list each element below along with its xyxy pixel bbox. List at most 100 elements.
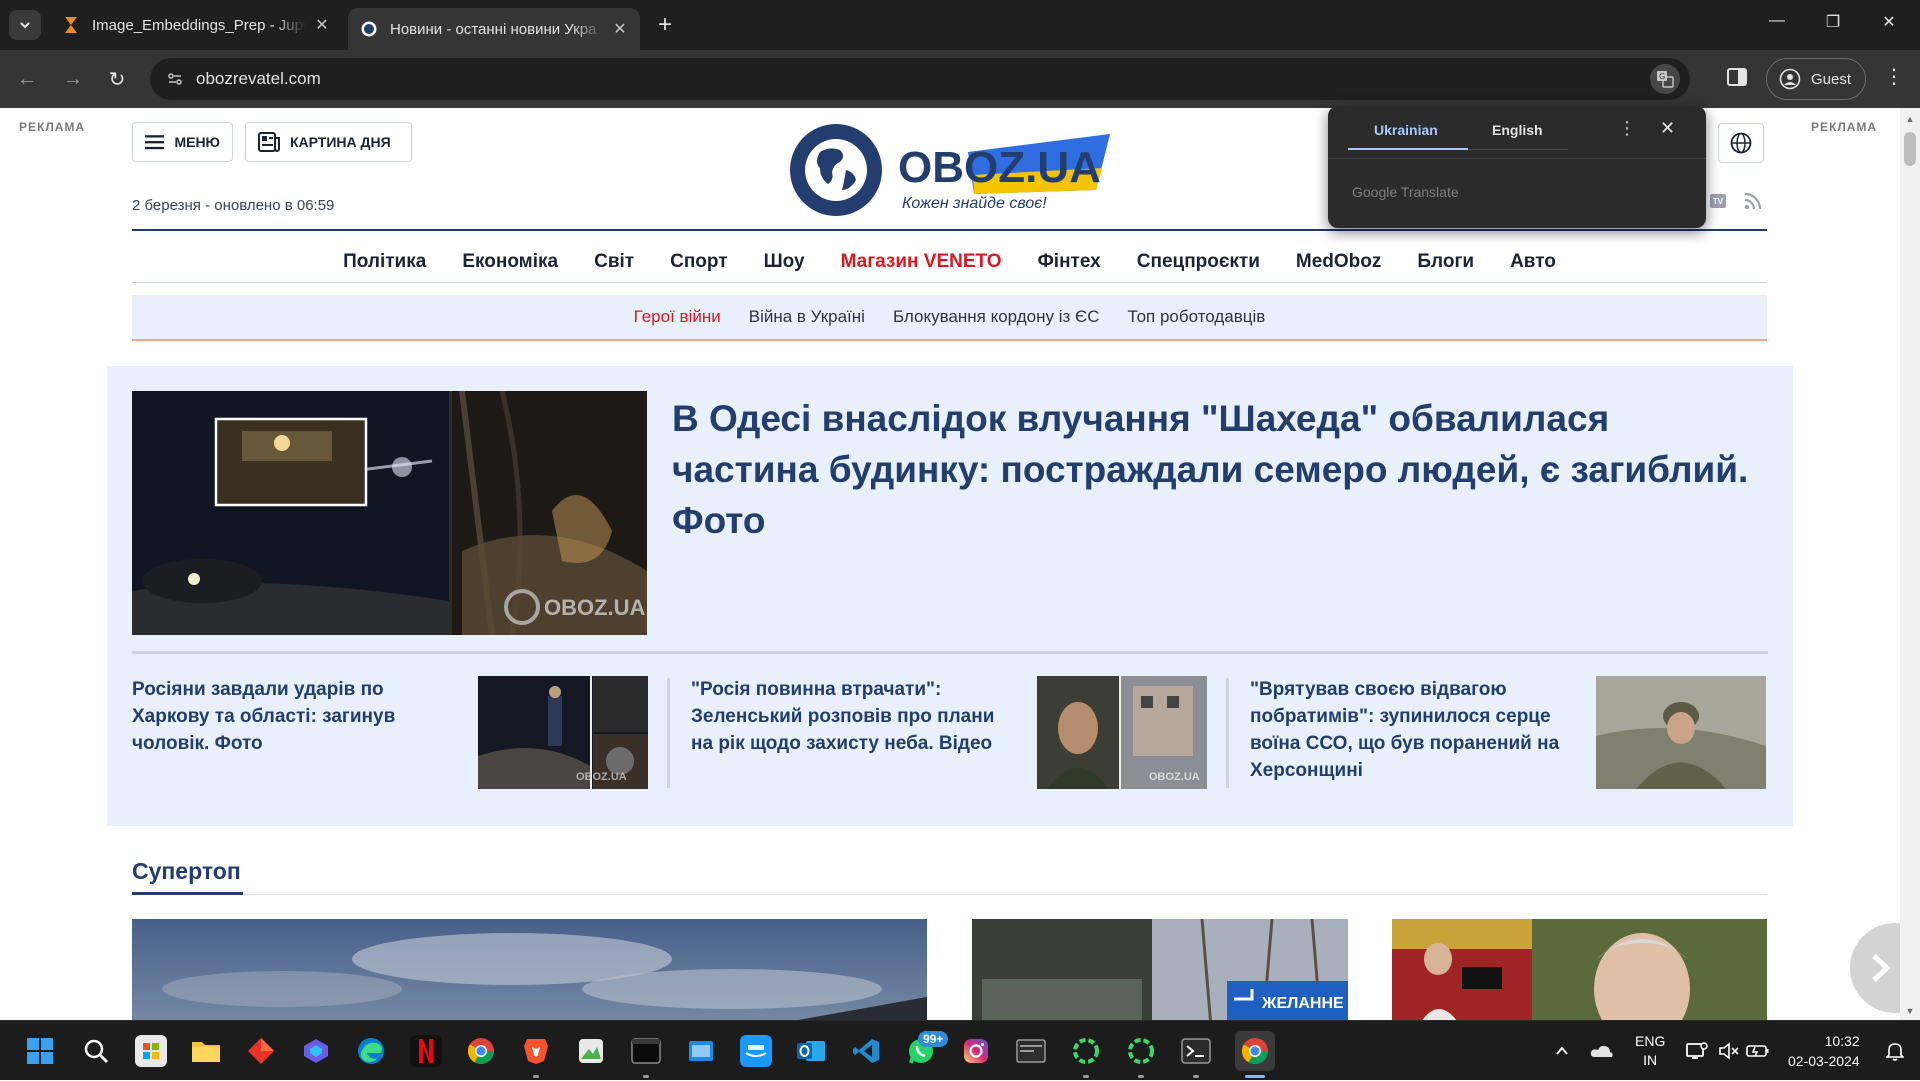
scrollbar-thumb[interactable] xyxy=(1904,132,1916,166)
minimize-button[interactable]: — xyxy=(1762,12,1792,30)
translate-icon[interactable]: G xyxy=(1650,64,1680,94)
topic-war-heroes[interactable]: Герої війни xyxy=(634,307,721,327)
sub-news-image[interactable] xyxy=(1596,676,1766,789)
tv-icon[interactable]: TV xyxy=(1710,194,1726,208)
nav-item-show[interactable]: Шоу xyxy=(746,231,823,282)
sub-news-item[interactable]: "Врятував своєю відвагою побратимів": зу… xyxy=(1250,676,1790,791)
close-icon[interactable]: ✕ xyxy=(1660,118,1675,139)
scroll-up-icon[interactable]: ▲ xyxy=(1900,114,1920,124)
microsoft-store-icon[interactable] xyxy=(135,1035,167,1067)
nav-item-politics[interactable]: Політика xyxy=(325,231,444,282)
sub-news-title[interactable]: Росіяни завдали ударів по Харкову та обл… xyxy=(132,676,432,757)
sub-news-image[interactable]: OBOZ.UA xyxy=(1037,676,1207,789)
app-blue-window-icon[interactable] xyxy=(685,1035,717,1067)
menu-button[interactable]: МЕНЮ xyxy=(132,122,233,162)
netflix-icon[interactable] xyxy=(410,1035,442,1067)
address-bar[interactable]: obozrevatel.com G xyxy=(150,58,1690,100)
sub-news-image[interactable]: OBOZ.UA xyxy=(478,676,648,789)
chrome-icon[interactable] xyxy=(465,1035,497,1067)
section-title[interactable]: Супертоп xyxy=(132,858,241,885)
tab-obozrevatel[interactable]: Новини - останні новини Укра ✕ xyxy=(348,8,640,50)
reload-button[interactable]: ↻ xyxy=(104,66,130,92)
topic-navigation: Герої війни Війна в Україні Блокування к… xyxy=(132,295,1767,341)
supertop-card-image[interactable] xyxy=(1392,919,1767,1020)
tray-overflow-icon[interactable] xyxy=(1554,1021,1570,1081)
app-ring-icon[interactable] xyxy=(1125,1035,1157,1067)
search-icon[interactable] xyxy=(80,1035,112,1067)
topic-top-employers[interactable]: Топ роботодавців xyxy=(1128,307,1266,327)
battery-icon[interactable] xyxy=(1746,1021,1770,1081)
translate-tab-source[interactable]: Ukrainian xyxy=(1374,122,1438,138)
sub-news-item[interactable]: Росіяни завдали ударів по Харкову та обл… xyxy=(132,676,672,791)
terminal-dark-icon[interactable] xyxy=(630,1035,662,1067)
nav-item-medoboz[interactable]: MedOboz xyxy=(1278,231,1400,282)
volume-muted-icon[interactable] xyxy=(1718,1021,1740,1081)
file-explorer-icon[interactable] xyxy=(190,1035,222,1067)
edge-icon[interactable] xyxy=(355,1035,387,1067)
tab-search-button[interactable] xyxy=(9,10,41,40)
language-indicator[interactable]: ENG IN xyxy=(1635,1021,1665,1081)
guest-label: Guest xyxy=(1811,70,1852,88)
svg-text:G: G xyxy=(1659,72,1665,81)
oboz-logo[interactable]: OBOZ.UA Кожен знайде своє! xyxy=(790,120,1120,220)
sub-news-item[interactable]: "Росія повинна втрачати": Зеленський роз… xyxy=(691,676,1231,791)
vscode-icon[interactable] xyxy=(850,1035,882,1067)
terminal-icon[interactable] xyxy=(1180,1035,1212,1067)
start-icon[interactable] xyxy=(24,1035,56,1067)
rss-icon[interactable] xyxy=(1744,192,1762,215)
clock[interactable]: 10:32 02-03-2024 xyxy=(1788,1021,1860,1081)
close-icon[interactable]: ✕ xyxy=(314,15,330,35)
notification-bell-icon[interactable] xyxy=(1886,1021,1904,1081)
chrome-active-icon[interactable] xyxy=(1235,1031,1275,1071)
page-scrollbar[interactable]: ▲ ▼ xyxy=(1900,108,1920,1020)
prime-video-icon[interactable] xyxy=(740,1035,772,1067)
close-icon[interactable]: ✕ xyxy=(612,19,628,39)
outlook-icon[interactable] xyxy=(795,1035,827,1067)
onedrive-icon[interactable] xyxy=(1590,1021,1614,1081)
sub-news-title[interactable]: "Врятував своєю відвагою побратимів": зу… xyxy=(1250,676,1560,784)
close-window-button[interactable]: ✕ xyxy=(1874,12,1904,32)
copilot-icon[interactable] xyxy=(300,1035,332,1067)
lead-news-title[interactable]: В Одесі внаслідок влучання "Шахеда" обва… xyxy=(672,393,1752,546)
nav-item-veneto-shop[interactable]: Магазин VENETO xyxy=(823,231,1020,282)
windows-taskbar: 99+ ENG IN 10:32 02-03-2024 xyxy=(0,1020,1920,1080)
new-tab-button[interactable]: + xyxy=(652,12,678,38)
side-panel-icon[interactable] xyxy=(1726,66,1752,92)
nav-item-fintech[interactable]: Фінтех xyxy=(1020,231,1119,282)
more-options-icon[interactable]: ⋮ xyxy=(1618,118,1636,139)
app-gray-window-icon[interactable] xyxy=(1015,1035,1047,1067)
instagram-icon[interactable] xyxy=(960,1035,992,1067)
language-button[interactable] xyxy=(1718,123,1764,163)
menu-label: МЕНЮ xyxy=(174,134,220,150)
network-icon[interactable] xyxy=(1686,1021,1708,1081)
picture-of-day-button[interactable]: КАРТИНА ДНЯ xyxy=(245,122,412,162)
carousel-next-button[interactable] xyxy=(1850,923,1900,1013)
popup-divider xyxy=(1328,158,1706,159)
app-green-icon[interactable] xyxy=(575,1035,607,1067)
lead-news-image[interactable]: OBOZ.UA xyxy=(132,391,647,635)
topic-border-blockade[interactable]: Блокування кордону із ЄС xyxy=(893,307,1100,327)
nav-item-world[interactable]: Світ xyxy=(576,231,652,282)
brave-icon[interactable] xyxy=(520,1035,552,1067)
back-button[interactable]: ← xyxy=(14,66,40,92)
topic-war-in-ukraine[interactable]: Війна в Україні xyxy=(749,307,865,327)
nav-item-blogs[interactable]: Блоги xyxy=(1399,231,1492,282)
app-ring-icon[interactable] xyxy=(1070,1035,1102,1067)
profile-button[interactable]: Guest xyxy=(1766,58,1866,100)
nav-item-economy[interactable]: Економіка xyxy=(444,231,576,282)
forward-button[interactable]: → xyxy=(60,66,86,92)
supertop-card-image[interactable]: ЖЕЛАННЕ xyxy=(972,919,1348,1020)
nav-item-auto[interactable]: Авто xyxy=(1492,231,1574,282)
nav-item-special-projects[interactable]: Спецпроєкти xyxy=(1119,231,1278,282)
restore-button[interactable]: ❐ xyxy=(1818,12,1848,32)
sub-news-title[interactable]: "Росія повинна втрачати": Зеленський роз… xyxy=(691,676,1001,757)
app-red-diamond-icon[interactable] xyxy=(245,1035,277,1067)
section-underline xyxy=(132,892,243,895)
translate-tab-target[interactable]: English xyxy=(1492,122,1543,138)
site-info-icon[interactable] xyxy=(164,68,186,90)
nav-item-sport[interactable]: Спорт xyxy=(652,231,745,282)
supertop-card-image[interactable] xyxy=(132,919,927,1020)
scroll-down-icon[interactable]: ▼ xyxy=(1900,1006,1920,1016)
browser-menu-icon[interactable]: ⋮ xyxy=(1884,64,1904,89)
tab-jupyter[interactable]: Image_Embeddings_Prep - Jupy ✕ xyxy=(50,8,342,42)
